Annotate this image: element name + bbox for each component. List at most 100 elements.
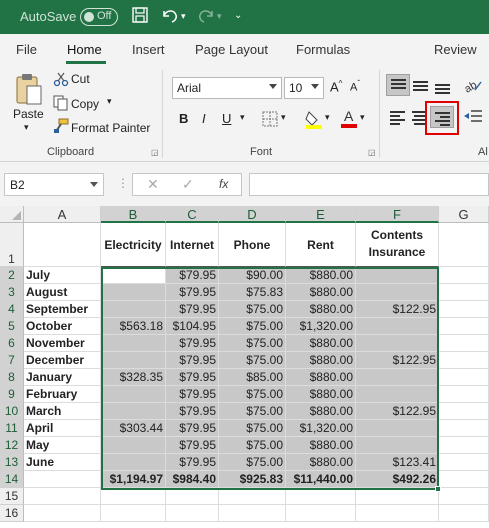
row-header-14[interactable]: 14 xyxy=(0,471,24,488)
select-all-button[interactable] xyxy=(0,206,24,223)
cell-e9[interactable]: $880.00 xyxy=(286,386,356,403)
cell-a12[interactable]: May xyxy=(24,437,101,454)
cell-b9[interactable] xyxy=(101,386,166,403)
cell-g15[interactable] xyxy=(439,488,489,505)
column-header-a[interactable]: A xyxy=(24,206,101,223)
cell-e2[interactable]: $880.00 xyxy=(286,267,356,284)
cell-d14[interactable]: $925.83 xyxy=(219,471,286,488)
cell-e16[interactable] xyxy=(286,505,356,522)
cell-g13[interactable] xyxy=(439,454,489,471)
cell-f10[interactable]: $122.95 xyxy=(356,403,439,420)
cell-f4[interactable]: $122.95 xyxy=(356,301,439,318)
cell-f9[interactable] xyxy=(356,386,439,403)
cell-f11[interactable] xyxy=(356,420,439,437)
cell-e12[interactable]: $880.00 xyxy=(286,437,356,454)
cell-a2[interactable]: July xyxy=(24,267,101,284)
autosave-toggle[interactable]: Off xyxy=(80,8,118,26)
cell-d10[interactable]: $75.00 xyxy=(219,403,286,420)
cell-a11[interactable]: April xyxy=(24,420,101,437)
cell-a15[interactable] xyxy=(24,488,101,505)
cell-g16[interactable] xyxy=(439,505,489,522)
cell-d12[interactable]: $75.00 xyxy=(219,437,286,454)
underline-dropdown-icon[interactable]: ▾ xyxy=(240,112,245,123)
cell-b10[interactable] xyxy=(101,403,166,420)
column-header-d[interactable]: D xyxy=(219,206,286,223)
underline-button[interactable]: U xyxy=(222,111,231,126)
cell-d2[interactable]: $90.00 xyxy=(219,267,286,284)
customize-quick-access-icon[interactable]: ⌄ xyxy=(234,6,242,26)
cell-b14[interactable]: $1,194.97 xyxy=(101,471,166,488)
row-header-2[interactable]: 2 xyxy=(0,267,24,284)
fill-handle[interactable] xyxy=(435,486,441,492)
cell-e3[interactable]: $880.00 xyxy=(286,284,356,301)
tab-review[interactable]: Review xyxy=(434,42,477,57)
row-header-12[interactable]: 12 xyxy=(0,437,24,454)
cell-c11[interactable]: $79.95 xyxy=(166,420,219,437)
row-header-5[interactable]: 5 xyxy=(0,318,24,335)
cell-c7[interactable]: $79.95 xyxy=(166,352,219,369)
row-header-3[interactable]: 3 xyxy=(0,284,24,301)
cell-b5[interactable]: $563.18 xyxy=(101,318,166,335)
cell-e14[interactable]: $11,440.00 xyxy=(286,471,356,488)
bottom-align-button[interactable] xyxy=(431,74,455,96)
cell-c6[interactable]: $79.95 xyxy=(166,335,219,352)
cell-c2[interactable]: $79.95 xyxy=(166,267,219,284)
middle-align-button[interactable] xyxy=(409,74,433,96)
cell-e15[interactable] xyxy=(286,488,356,505)
name-box[interactable]: B2 xyxy=(4,173,104,196)
copy-icon[interactable] xyxy=(53,95,69,114)
format-painter-button[interactable]: Format Painter xyxy=(71,121,150,135)
cell-f3[interactable] xyxy=(356,284,439,301)
cell-a10[interactable]: March xyxy=(24,403,101,420)
cell-d11[interactable]: $75.00 xyxy=(219,420,286,437)
cell-g3[interactable] xyxy=(439,284,489,301)
cell-e8[interactable]: $880.00 xyxy=(286,369,356,386)
cell-a3[interactable]: August xyxy=(24,284,101,301)
cell-b12[interactable] xyxy=(101,437,166,454)
paste-icon[interactable] xyxy=(14,72,44,109)
cell-a13[interactable]: June xyxy=(24,454,101,471)
cell-b16[interactable] xyxy=(101,505,166,522)
tab-file[interactable]: File xyxy=(16,42,37,57)
cell-c14[interactable]: $984.40 xyxy=(166,471,219,488)
cell-c13[interactable]: $79.95 xyxy=(166,454,219,471)
borders-dropdown-icon[interactable]: ▾ xyxy=(281,112,286,123)
column-header-c[interactable]: C xyxy=(166,206,219,223)
undo-icon[interactable] xyxy=(160,6,180,30)
decrease-font-size-icon[interactable]: Aˇ xyxy=(350,79,360,94)
cell-a1[interactable] xyxy=(24,223,101,267)
cell-a9[interactable]: February xyxy=(24,386,101,403)
font-size-box[interactable]: 10 xyxy=(284,77,324,99)
clipboard-dialog-launcher-icon[interactable]: ◲ xyxy=(151,148,159,157)
cell-d6[interactable]: $75.00 xyxy=(219,335,286,352)
column-header-f[interactable]: F xyxy=(356,206,439,223)
cell-f7[interactable]: $122.95 xyxy=(356,352,439,369)
cell-b3[interactable] xyxy=(101,284,166,301)
cell-e1[interactable]: Rent xyxy=(286,223,356,267)
cell-d1[interactable]: Phone xyxy=(219,223,286,267)
cell-d8[interactable]: $85.00 xyxy=(219,369,286,386)
cell-f1[interactable]: Contents Insurance xyxy=(356,223,439,267)
cell-b6[interactable] xyxy=(101,335,166,352)
increase-font-size-icon[interactable]: A^ xyxy=(330,79,342,94)
cell-f2[interactable] xyxy=(356,267,439,284)
cell-d3[interactable]: $75.83 xyxy=(219,284,286,301)
cell-c8[interactable]: $79.95 xyxy=(166,369,219,386)
cell-e5[interactable]: $1,320.00 xyxy=(286,318,356,335)
row-header-16[interactable]: 16 xyxy=(0,505,24,522)
cell-g7[interactable] xyxy=(439,352,489,369)
top-align-button[interactable] xyxy=(386,74,410,96)
cell-b4[interactable] xyxy=(101,301,166,318)
cell-f5[interactable] xyxy=(356,318,439,335)
cell-g6[interactable] xyxy=(439,335,489,352)
cell-c12[interactable]: $79.95 xyxy=(166,437,219,454)
cell-a4[interactable]: September xyxy=(24,301,101,318)
cell-a7[interactable]: December xyxy=(24,352,101,369)
cell-c4[interactable]: $79.95 xyxy=(166,301,219,318)
row-header-7[interactable]: 7 xyxy=(0,352,24,369)
paste-dropdown-icon[interactable]: ▾ xyxy=(24,122,29,133)
worksheet-grid[interactable]: A B C D E F G 1 2 3 4 5 6 7 8 9 10 11 12 13 14 15 16 Electricit… xyxy=(0,206,489,528)
tab-formulas[interactable]: Formulas xyxy=(296,42,350,57)
insert-function-button[interactable]: fx xyxy=(219,177,228,191)
cell-a6[interactable]: November xyxy=(24,335,101,352)
